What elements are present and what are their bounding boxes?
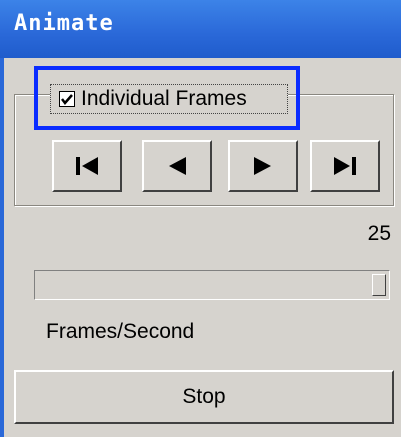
frames-per-second-label: Frames/Second	[46, 320, 195, 343]
title-bar[interactable]: Animate	[0, 0, 401, 58]
stop-button-label: Stop	[182, 385, 226, 408]
window-title: Animate	[14, 11, 114, 36]
step-back-icon	[169, 157, 186, 175]
animate-window: Animate Individual Frames 25 Frames/Seco…	[0, 0, 401, 437]
previous-frame-button[interactable]	[142, 140, 212, 192]
first-frame-button[interactable]	[52, 140, 122, 192]
skip-to-start-icon	[76, 157, 98, 175]
checkmark-icon	[61, 94, 73, 105]
individual-frames-highlight: Individual Frames	[34, 66, 300, 130]
individual-frames-checkbox-row[interactable]: Individual Frames	[50, 84, 288, 114]
frames-per-second-slider[interactable]	[34, 270, 390, 300]
window-left-border	[0, 58, 4, 437]
individual-frames-checkbox[interactable]	[59, 91, 75, 107]
frames-per-second-value: 25	[367, 222, 391, 245]
stop-button[interactable]: Stop	[14, 370, 394, 424]
individual-frames-label: Individual Frames	[81, 87, 247, 110]
slider-thumb[interactable]	[372, 274, 386, 296]
step-forward-icon	[254, 157, 271, 175]
next-frame-button[interactable]	[228, 140, 298, 192]
last-frame-button[interactable]	[310, 140, 380, 192]
skip-to-end-icon	[334, 157, 356, 175]
